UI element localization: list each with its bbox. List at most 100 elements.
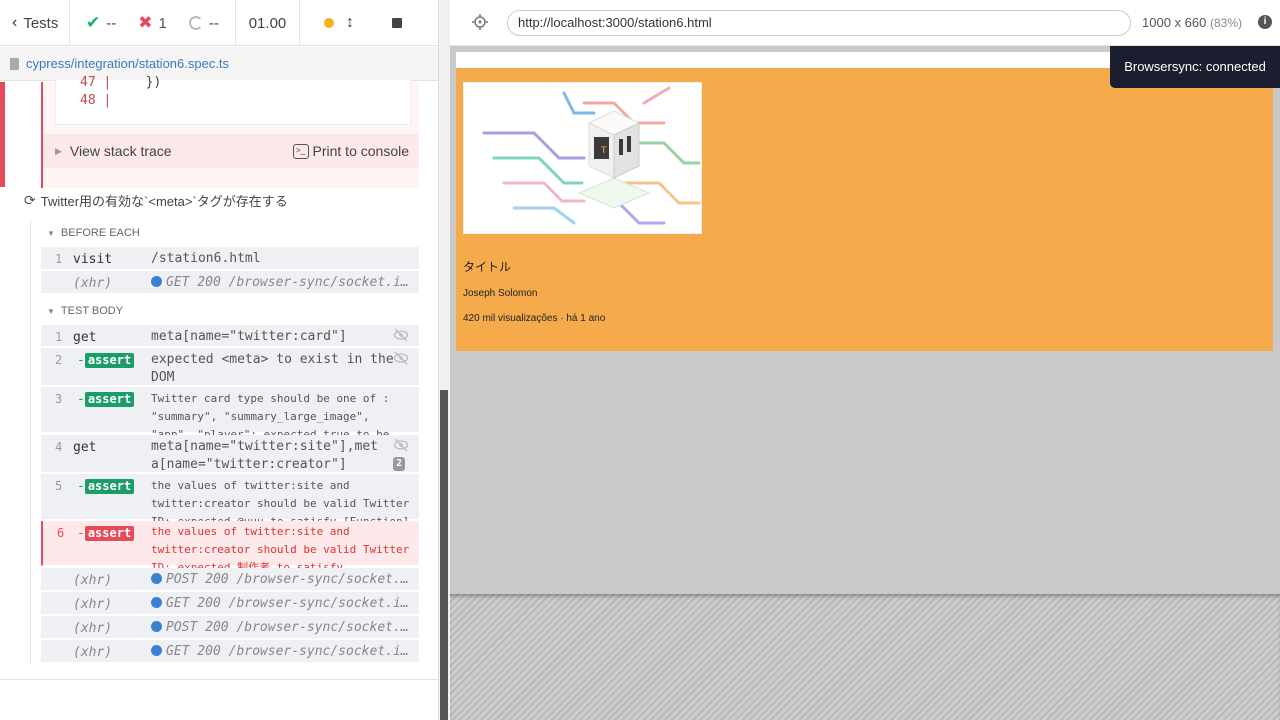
chevron-left-icon: ‹ <box>12 14 18 31</box>
page-content: T タイトル Joseph Solomon 420 mil visualizaç… <box>456 52 1273 351</box>
failed-count: 1 <box>158 14 167 32</box>
command-name: (xhr) <box>73 621 113 636</box>
command-name: - assert <box>77 392 135 407</box>
pending-count: -- <box>208 14 219 32</box>
browsersync-notification: Browsersync: connected <box>1110 46 1280 88</box>
command-message: /station6.html <box>151 251 261 266</box>
eye-slash-icon <box>393 351 409 365</box>
line-number: 48 | <box>80 93 112 108</box>
command-row[interactable]: (xhr) POST 200 /browser-sync/socket.io/?… <box>41 616 419 639</box>
url-field[interactable]: http://localhost:3000/station6.html <box>507 10 1131 36</box>
xhr-dot-icon <box>151 573 162 584</box>
zoom-level: (83%) <box>1209 16 1242 30</box>
run-controls: ↕ <box>300 0 438 46</box>
test-stats: ✔ -- ✖ 1 -- <box>70 0 236 46</box>
passed-count: -- <box>106 14 117 32</box>
xhr-dot-icon <box>151 276 162 287</box>
viewport-overflow-area <box>450 594 1280 720</box>
command-name: (xhr) <box>73 645 113 660</box>
xhr-dot-icon <box>151 645 162 656</box>
command-message: expected <meta> to exist in the DOM <box>151 352 394 385</box>
video-author: Joseph Solomon <box>463 288 538 299</box>
command-number: 3 <box>55 392 63 406</box>
spec-path-link[interactable]: cypress/integration/station6.spec.ts <box>26 56 229 71</box>
hook-test-body[interactable]: ▼ TEST BODY <box>47 305 123 317</box>
failed-test-indicator <box>0 82 5 187</box>
command-row[interactable]: 3 - assert Twitter card type should be on… <box>41 387 419 459</box>
command-number: 2 <box>55 353 63 367</box>
refresh-icon: ⟳ <box>24 192 36 208</box>
back-label: Tests <box>23 14 59 32</box>
command-name: visit <box>73 252 113 267</box>
aut-iframe: T タイトル Joseph Solomon 420 mil visualizaç… <box>450 46 1280 594</box>
divider <box>0 679 438 680</box>
command-row[interactable]: 4 get meta[name="twitter:site"],meta[nam… <box>41 435 419 473</box>
command-message: POST 200 /browser-sync/socket.io/?EIO=3&… <box>151 619 413 637</box>
command-row[interactable]: (xhr) GET 200 /browser-sync/socket.io/?E… <box>41 592 419 615</box>
caret-down-icon: ▼ <box>47 228 55 238</box>
viewport-dimensions: 1000 x 660 <box>1142 15 1207 30</box>
spec-path-bar: cypress/integration/station6.spec.ts <box>0 47 438 81</box>
command-name: get <box>73 440 97 455</box>
command-row[interactable]: (xhr) GET 200 /browser-sync/socket.io/?E… <box>41 640 419 663</box>
failed-command-row[interactable]: 6 - assert the values of twitter:site and… <box>41 521 419 592</box>
test-title-text: Twitter用の有効な`<meta>`タグが存在する <box>40 194 288 209</box>
crosshair-icon[interactable] <box>472 14 488 30</box>
test-title[interactable]: ⟳ Twitter用の有効な`<meta>`タグが存在する <box>24 191 288 210</box>
command-message: GET 200 /browser-sync/socket.io/?EIO=3&t… <box>151 274 413 292</box>
viewport-size: 1000 x 660 (83%) <box>1142 15 1242 30</box>
reporter-panel: ‹ Tests ✔ -- ✖ 1 -- 01.00 ↕ cypress/inte… <box>0 0 438 720</box>
scrollbar-thumb[interactable] <box>440 390 448 720</box>
command-row[interactable]: 2 - assert expected <meta> to exist in th… <box>41 348 419 386</box>
print-label: Print to console <box>312 143 410 159</box>
video-title: タイトル <box>463 260 512 274</box>
svg-text:T: T <box>600 146 607 156</box>
caret-down-icon: ▼ <box>47 306 55 316</box>
command-row[interactable]: 1 visit /station6.html <box>41 247 419 270</box>
command-name: get <box>73 330 97 345</box>
command-message: meta[name="twitter:site"],meta[name="twi… <box>151 439 378 472</box>
command-name: - assert <box>77 526 135 541</box>
hook-before-each[interactable]: ▼ BEFORE EACH <box>47 227 140 239</box>
aut-header: http://localhost:3000/station6.html 1000… <box>450 0 1280 46</box>
command-name: - assert <box>77 353 135 368</box>
duration: 01.00 <box>236 0 300 46</box>
xhr-dot-icon <box>151 621 162 632</box>
video-thumbnail[interactable]: T <box>463 82 702 234</box>
command-row[interactable]: 1 get meta[name="twitter:card"] <box>41 325 419 347</box>
app-under-test-panel: http://localhost:3000/station6.html 1000… <box>450 0 1280 720</box>
command-name: - assert <box>77 479 135 494</box>
test-block-guide <box>30 220 31 664</box>
error-code-frame: 47 | }) 48 | ▶ View stack trace >_ Print… <box>41 75 419 188</box>
pending-circle-icon <box>188 16 203 30</box>
command-number: 5 <box>55 479 63 493</box>
command-number: 1 <box>55 252 63 266</box>
stop-icon[interactable] <box>392 18 402 28</box>
command-name: (xhr) <box>73 276 113 291</box>
reporter-header: ‹ Tests ✔ -- ✖ 1 -- 01.00 ↕ <box>0 0 438 46</box>
view-stack-trace-toggle[interactable]: View stack trace <box>70 143 172 159</box>
command-message: GET 200 /browser-sync/socket.io/?EIO=3&t… <box>151 595 413 613</box>
file-icon <box>10 57 19 70</box>
terminal-icon: >_ <box>292 143 309 159</box>
print-to-console-button[interactable]: >_ Print to console <box>292 143 410 159</box>
command-message: meta[name="twitter:card"] <box>151 329 347 344</box>
command-name: (xhr) <box>73 597 113 612</box>
command-row[interactable]: 5 - assert the values of twitter:site and… <box>41 474 419 528</box>
info-icon[interactable]: i <box>1258 15 1272 29</box>
code-snippet: 47 | }) 48 | <box>55 75 411 125</box>
eye-slash-icon <box>393 328 409 342</box>
command-message: GET 200 /browser-sync/socket.io/?EIO=3&t… <box>151 643 413 661</box>
eye-slash-icon <box>393 438 409 452</box>
command-number: 1 <box>55 330 63 344</box>
status-dot-icon <box>324 18 334 28</box>
command-row[interactable]: (xhr) POST 200 /browser-sync/socket.io/?… <box>41 568 419 591</box>
xhr-dot-icon <box>151 597 162 608</box>
back-to-tests-button[interactable]: ‹ Tests <box>0 0 70 46</box>
command-number: 4 <box>55 440 63 454</box>
command-number: 6 <box>57 526 65 540</box>
command-row[interactable]: (xhr) GET 200 /browser-sync/socket.io/?E… <box>41 271 419 294</box>
check-icon: ✔ <box>86 13 101 32</box>
command-name: (xhr) <box>73 573 113 588</box>
resize-arrows-icon[interactable]: ↕ <box>346 14 354 32</box>
